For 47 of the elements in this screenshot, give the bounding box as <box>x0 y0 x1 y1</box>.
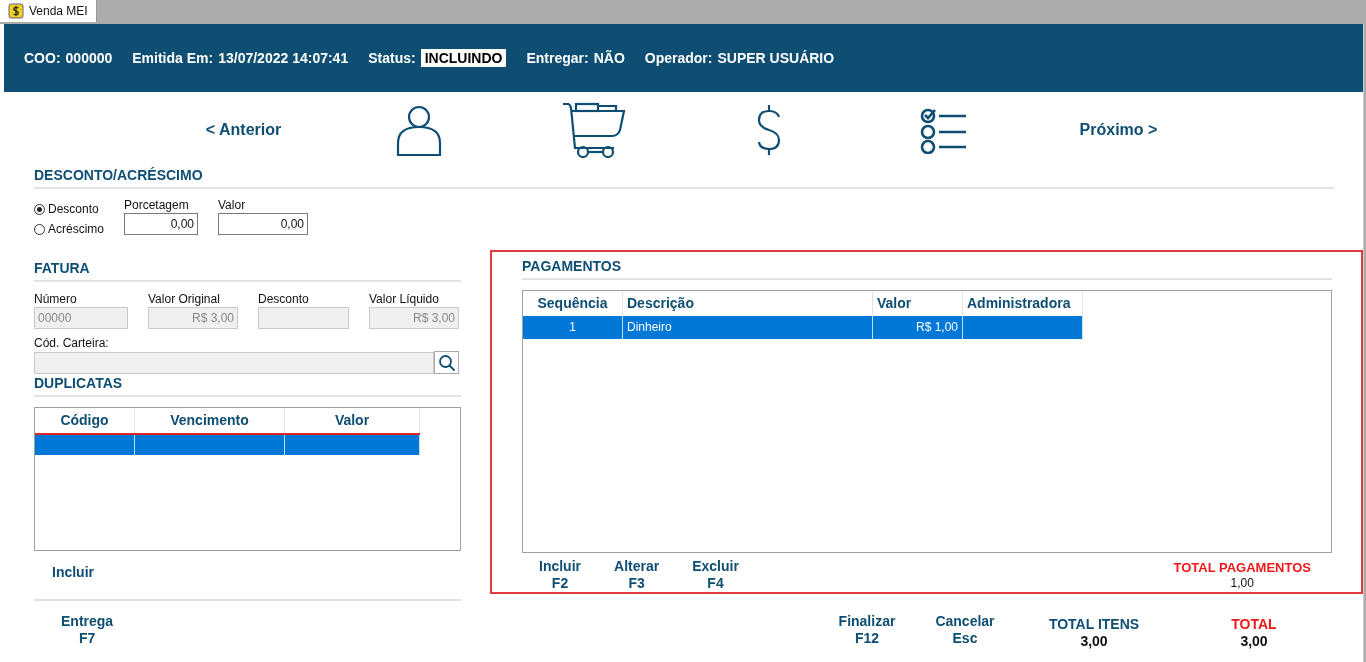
app-icon <box>8 3 24 19</box>
header-label: Entregar: <box>526 50 589 66</box>
header-value: NÃO <box>593 50 625 66</box>
header-value: 000000 <box>65 50 113 66</box>
field-label: Valor <box>218 198 247 212</box>
section-title: PAGAMENTOS <box>522 258 1332 280</box>
header-label: Operador: <box>644 50 713 66</box>
total-label: TOTAL <box>1231 615 1277 633</box>
radio-option[interactable]: Acréscimo <box>34 221 124 238</box>
header-label: Emitida Em: <box>132 50 214 66</box>
action-link[interactable]: Incluir F2 <box>539 558 581 592</box>
shopping-cart-icon[interactable] <box>561 101 626 158</box>
radio-option[interactable]: Desconto <box>34 201 124 218</box>
total-value: 1,00 <box>1230 576 1254 590</box>
action-link[interactable]: Excluir F4 <box>692 558 739 592</box>
table-cell: 1 <box>523 316 623 339</box>
next-link[interactable]: Próximo > <box>1079 120 1158 139</box>
input-field[interactable]: 0,00 <box>124 213 198 235</box>
action-link[interactable]: Cancelar Esc <box>920 613 1010 647</box>
field-label: Porcetagem <box>124 198 190 212</box>
add-link[interactable]: Incluir <box>52 564 94 581</box>
delivery-link[interactable]: Entrega F7 <box>61 613 114 647</box>
field-label: Desconto <box>258 292 310 306</box>
action-link[interactable]: Finalizar F12 <box>822 613 912 647</box>
action-link[interactable]: Alterar F3 <box>614 558 660 592</box>
section-title: DUPLICATAS <box>34 375 461 397</box>
section-title: DESCONTO/ACRÉSCIMO <box>34 167 1334 189</box>
previous-link[interactable]: < Anterior <box>205 120 282 139</box>
input-field[interactable]: 0,00 <box>218 213 308 235</box>
field-label: Cód. Carteira: <box>34 336 110 350</box>
header-label: Status: <box>368 50 416 66</box>
total-label: TOTAL ITENS <box>1048 615 1140 633</box>
header-label: COO: <box>24 50 61 66</box>
total-value: 3,00 <box>1080 633 1108 650</box>
field-label: Valor Original <box>148 292 221 306</box>
window-tab[interactable]: Venda MEI <box>0 0 97 22</box>
field-label: Número <box>34 292 78 306</box>
header-value: 13/07/2022 14:07:41 <box>218 50 349 66</box>
total-value: 3,00 <box>1240 633 1268 650</box>
table-cell: R$ 1,00 <box>873 316 963 339</box>
search-button[interactable] <box>434 351 459 374</box>
table-cell: Dinheiro <box>623 316 873 339</box>
field-label: Valor Líquido <box>369 292 440 306</box>
section-title: FATURA <box>34 260 461 282</box>
total-label: TOTAL PAGAMENTOS <box>1173 560 1311 576</box>
status-badge: INCLUINDO <box>420 49 507 67</box>
header-value: SUPER USUÁRIO <box>717 50 835 66</box>
